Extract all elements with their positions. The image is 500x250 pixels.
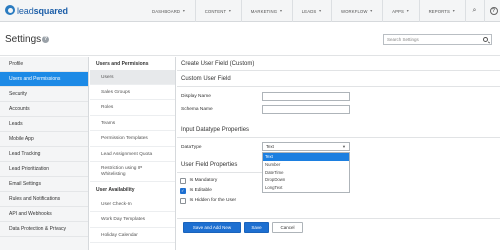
nav-divider (194, 0, 196, 22)
subnav-item-work-day-templates[interactable]: Work Day Templates (90, 212, 175, 228)
subnav-item-roles[interactable]: Roles (90, 100, 175, 116)
nav-marketing[interactable]: MARKETING ▼ (251, 9, 283, 14)
dropdown-option-text[interactable]: Text (263, 153, 349, 161)
settings-search[interactable] (383, 34, 492, 45)
logo-mark-icon (5, 5, 15, 16)
custom-field-heading: Custom User Field (181, 76, 231, 82)
subnav-heading-users-permissions: Users and Permisions (96, 61, 149, 67)
sidebar-item-lead-tracking[interactable]: Lead Tracking (0, 147, 88, 162)
search-icon[interactable] (483, 37, 488, 42)
divider (177, 70, 500, 71)
nav-reports[interactable]: REPORTS ▼ (429, 9, 456, 14)
schema-name-label: Schema Name (181, 107, 213, 112)
settings-subnav: Users and Permisions Users Sales Groups … (90, 57, 176, 250)
chevron-down-icon: ▼ (318, 9, 322, 13)
dropdown-option-number[interactable]: Number (263, 161, 349, 169)
subnav-item-teams[interactable]: Teams (90, 116, 175, 131)
check-icon: ✓ (181, 188, 185, 194)
form-title: Create User Field (Custom) (181, 61, 255, 67)
datatype-select[interactable]: Text ▼ (262, 142, 350, 151)
nav-workflow[interactable]: WORKFLOW ▼ (341, 9, 373, 14)
subnav-item-ip-whitelisting[interactable]: Restriction using IP Whitelisting (90, 162, 175, 182)
nav-divider (291, 0, 293, 22)
chevron-down-icon: ▼ (228, 9, 232, 13)
save-button[interactable]: Save (244, 222, 269, 233)
help-icon: ? (489, 7, 498, 15)
subnav-item-sales-groups[interactable]: Sales Groups (90, 85, 175, 100)
chevron-down-icon: ▼ (342, 144, 346, 149)
nav-dashboard[interactable]: DASHBOARD ▼ (152, 9, 186, 14)
is-editable-row[interactable]: ✓ Is Editable (180, 188, 212, 194)
divider (177, 172, 262, 173)
help-button[interactable]: ? (488, 7, 500, 15)
logo-text: leadsquared (17, 5, 68, 16)
divider (177, 86, 500, 87)
is-hidden-label: Is Hidden for the User (189, 198, 237, 204)
global-search-icon[interactable]: ⌕ (469, 7, 481, 15)
sidebar-item-email-settings[interactable]: Email Settings (0, 177, 88, 192)
nav-apps[interactable]: APPS ▼ (392, 9, 409, 14)
page-title: Settings (5, 34, 42, 45)
sidebar-item-data-protection[interactable]: Data Protection & Privacy (0, 222, 88, 237)
chevron-down-icon: ▼ (451, 9, 456, 13)
chevron-down-icon: ▼ (406, 9, 410, 13)
nav-content[interactable]: CONTENT ▼ (205, 9, 232, 14)
subnav-item-user-check-in[interactable]: User Check-In (90, 197, 175, 212)
info-icon[interactable]: ? (42, 35, 49, 43)
sidebar-item-mobile-app[interactable]: Mobile App (0, 132, 88, 147)
input-datatype-heading: Input Datatype Properties (181, 127, 250, 133)
top-bar: leadsquared DASHBOARD ▼ CONTENT ▼ MARKETIN… (0, 0, 500, 22)
nav-leads[interactable]: LEADS ▼ (302, 9, 322, 14)
sidebar-item-profile[interactable]: Profile (0, 57, 88, 72)
nav-divider (240, 0, 242, 22)
chevron-down-icon: ▼ (369, 9, 374, 13)
sidebar-item-api-and-webhooks[interactable]: API and Webhooks (0, 207, 88, 222)
nav-divider (330, 0, 332, 22)
user-field-heading: User Field Properties (181, 162, 238, 168)
divider (177, 137, 500, 138)
is-editable-label: Is Editable (189, 188, 212, 194)
is-editable-checkbox[interactable]: ✓ (180, 188, 186, 194)
nav-divider (483, 0, 485, 22)
datatype-label: DataType (181, 145, 202, 150)
sidebar-item-accounts[interactable]: Accounts (0, 102, 88, 117)
sidebar-item-lead-prioritization[interactable]: Lead Prioritization (0, 162, 88, 177)
is-mandatory-row[interactable]: Is Mandatory (180, 178, 217, 184)
search-input[interactable] (384, 35, 476, 44)
settings-header: Settings ? (0, 23, 500, 56)
save-and-add-new-button[interactable]: Save and Add New (183, 222, 241, 233)
dropdown-option-datetime[interactable]: DateTime (263, 169, 349, 177)
is-mandatory-label: Is Mandatory (189, 178, 218, 184)
subnav-item-holiday-calendar[interactable]: Holiday Calendar (90, 228, 175, 243)
nav-divider (464, 0, 466, 22)
sidebar-item-security[interactable]: Security (0, 87, 88, 102)
is-hidden-checkbox[interactable] (180, 198, 186, 204)
schema-name-field[interactable] (262, 105, 350, 114)
subnav-item-users[interactable]: Users (90, 70, 175, 85)
sidebar-item-rules-and-notifications[interactable]: Rules and Notifications (0, 192, 88, 207)
settings-sidebar: Profile Users and Permissions Security A… (0, 57, 89, 250)
datatype-dropdown-list: Text Number DateTime DropDown LongText (262, 152, 350, 193)
dropdown-option-longtext[interactable]: LongText (263, 184, 349, 192)
main-nav: DASHBOARD ▼ CONTENT ▼ MARKETING ▼ LEADS ▼ WO… (152, 0, 500, 22)
is-mandatory-checkbox[interactable] (180, 178, 186, 184)
sidebar-item-leads[interactable]: Leads (0, 117, 88, 132)
dropdown-option-dropdown[interactable]: DropDown (263, 176, 349, 184)
sidebar-item-users-and-permissions[interactable]: Users and Permissions (0, 72, 88, 87)
subnav-item-permission-templates[interactable]: Permission Templates (90, 131, 175, 147)
display-name-label: Display Name (181, 94, 211, 99)
cancel-button[interactable]: Cancel (272, 222, 303, 233)
is-hidden-row[interactable]: Is Hidden for the User (180, 198, 236, 204)
nav-divider (418, 0, 420, 22)
logo[interactable]: leadsquared (5, 5, 68, 16)
chevron-down-icon: ▼ (182, 9, 186, 13)
subnav-heading-user-availability: User Availability (96, 187, 135, 193)
nav-divider (382, 0, 384, 22)
display-name-field[interactable] (262, 92, 350, 101)
subnav-item-lead-assignment-quota[interactable]: Lead Assignment Quota (90, 147, 175, 162)
chevron-down-icon: ▼ (279, 9, 283, 13)
